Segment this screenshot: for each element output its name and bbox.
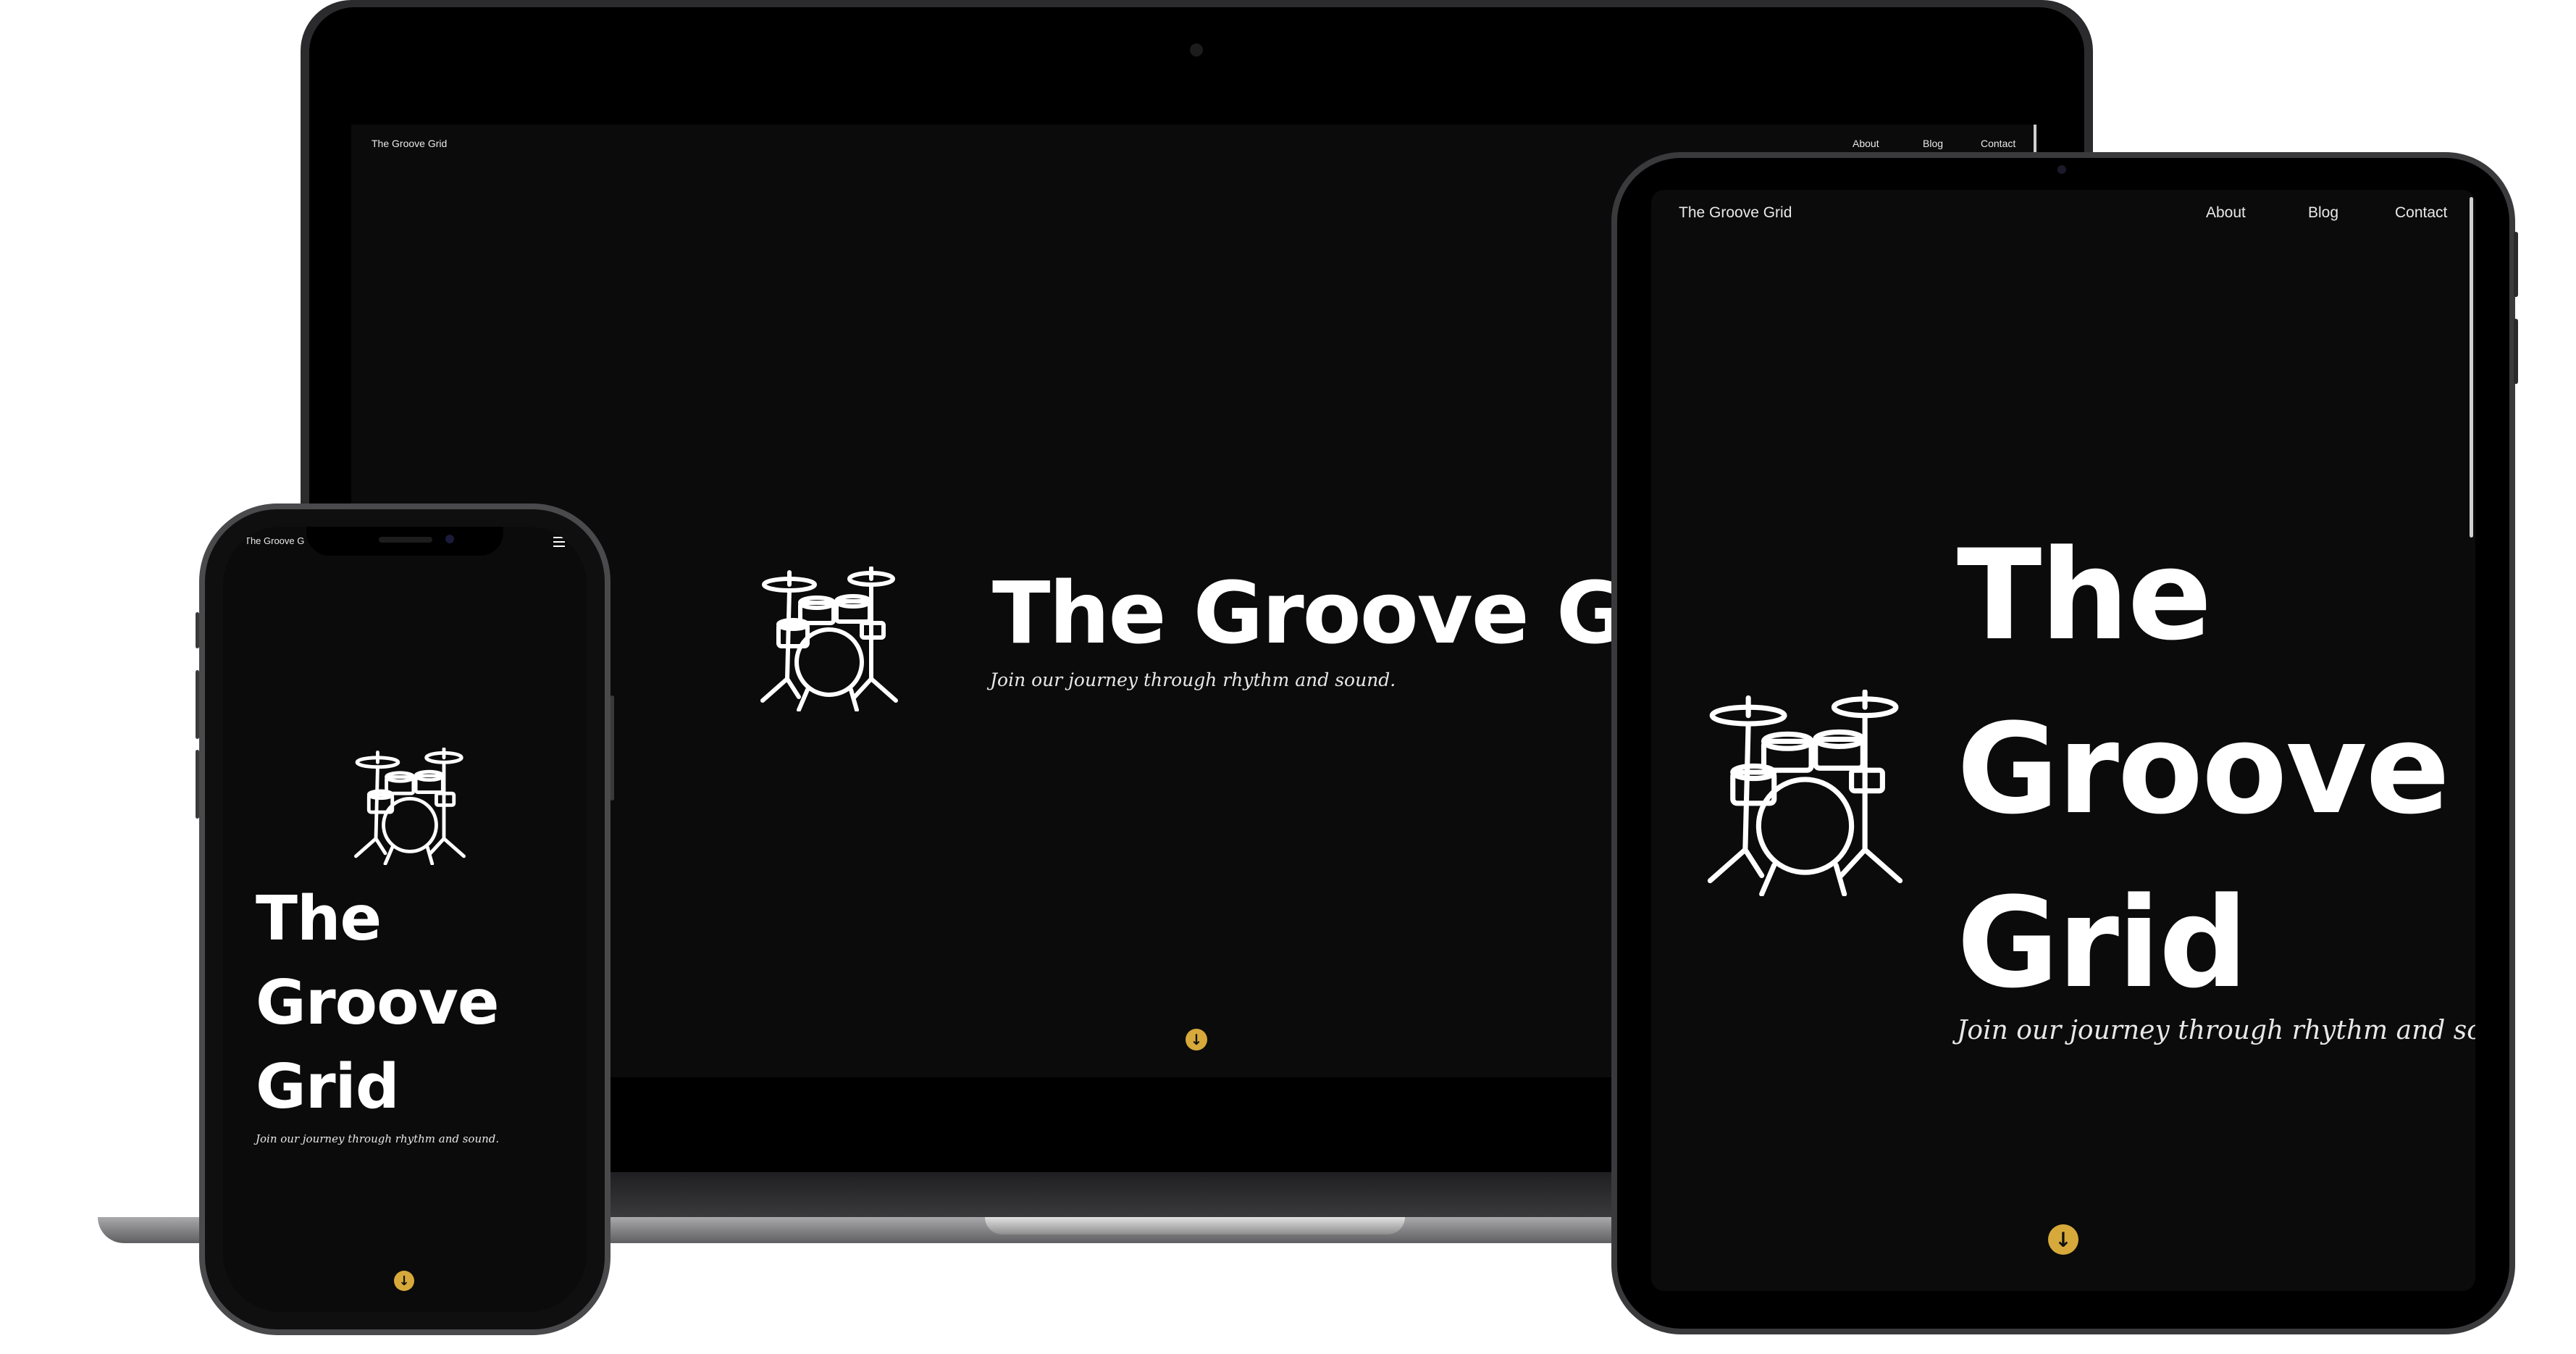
tablet-brand[interactable]: The Groove Grid <box>1679 204 1792 222</box>
tablet-hero-tagline: Join our journey through rhythm and soun… <box>1957 1016 2475 1045</box>
tablet-scroll-down-icon[interactable]: ↓ <box>2048 1224 2078 1255</box>
phone-side-button-left <box>196 612 199 648</box>
tablet-hero-title-line-2: Groove <box>1957 696 2450 842</box>
tablet-side-button-2 <box>2514 319 2518 384</box>
laptop-notch <box>985 1217 1405 1234</box>
laptop-camera <box>1190 43 1203 57</box>
laptop-brand[interactable]: The Groove Grid <box>372 138 447 149</box>
laptop-nav-about[interactable]: About <box>1853 138 1879 149</box>
tablet-nav-blog[interactable]: Blog <box>2308 204 2338 222</box>
phone-screen: The Groove G The Groove Grid Join our jo… <box>223 527 587 1312</box>
laptop-hero-tagline: Join our journey through rhythm and soun… <box>990 669 1396 690</box>
phone-drum-kit-icon <box>345 748 475 865</box>
laptop-nav-contact[interactable]: Contact <box>1981 138 2015 149</box>
tablet-nav-contact[interactable]: Contact <box>2395 204 2447 222</box>
tablet-drum-kit-icon <box>1702 690 1908 896</box>
laptop-scroll-down-icon[interactable]: ↓ <box>1186 1029 1207 1050</box>
phone-hero-title-line-3: Grid <box>256 1051 400 1123</box>
phone-hero-tagline: Join our journey through rhythm and soun… <box>256 1132 500 1145</box>
phone-camera <box>445 535 454 543</box>
tablet-hero-title-line-1: The <box>1957 522 2212 668</box>
phone-side-button-left-2 <box>196 670 199 739</box>
phone-hero-title-line-2: Groove <box>256 967 500 1039</box>
laptop-drum-kit-icon <box>757 567 902 711</box>
phone-side-button-left-3 <box>196 750 199 819</box>
laptop-nav-blog[interactable]: Blog <box>1923 138 1943 149</box>
tablet-side-button <box>2514 232 2518 297</box>
phone-speaker <box>379 537 432 543</box>
phone-brand[interactable]: The Groove G <box>245 535 304 546</box>
tablet-nav-about[interactable]: About <box>2206 204 2246 222</box>
phone-hero-title-line-1: The <box>256 883 382 955</box>
tablet-camera <box>2057 165 2066 174</box>
tablet-hero-title-line-3: Grid <box>1957 870 2248 1016</box>
tablet-scrollbar[interactable] <box>2470 197 2473 538</box>
tablet-screen: The Groove Grid About Blog Contact The G… <box>1651 190 2475 1291</box>
phone-hamburger-menu-icon[interactable] <box>553 537 565 547</box>
phone-scroll-down-icon[interactable]: ↓ <box>394 1271 414 1291</box>
phone-side-button-right <box>611 695 614 801</box>
